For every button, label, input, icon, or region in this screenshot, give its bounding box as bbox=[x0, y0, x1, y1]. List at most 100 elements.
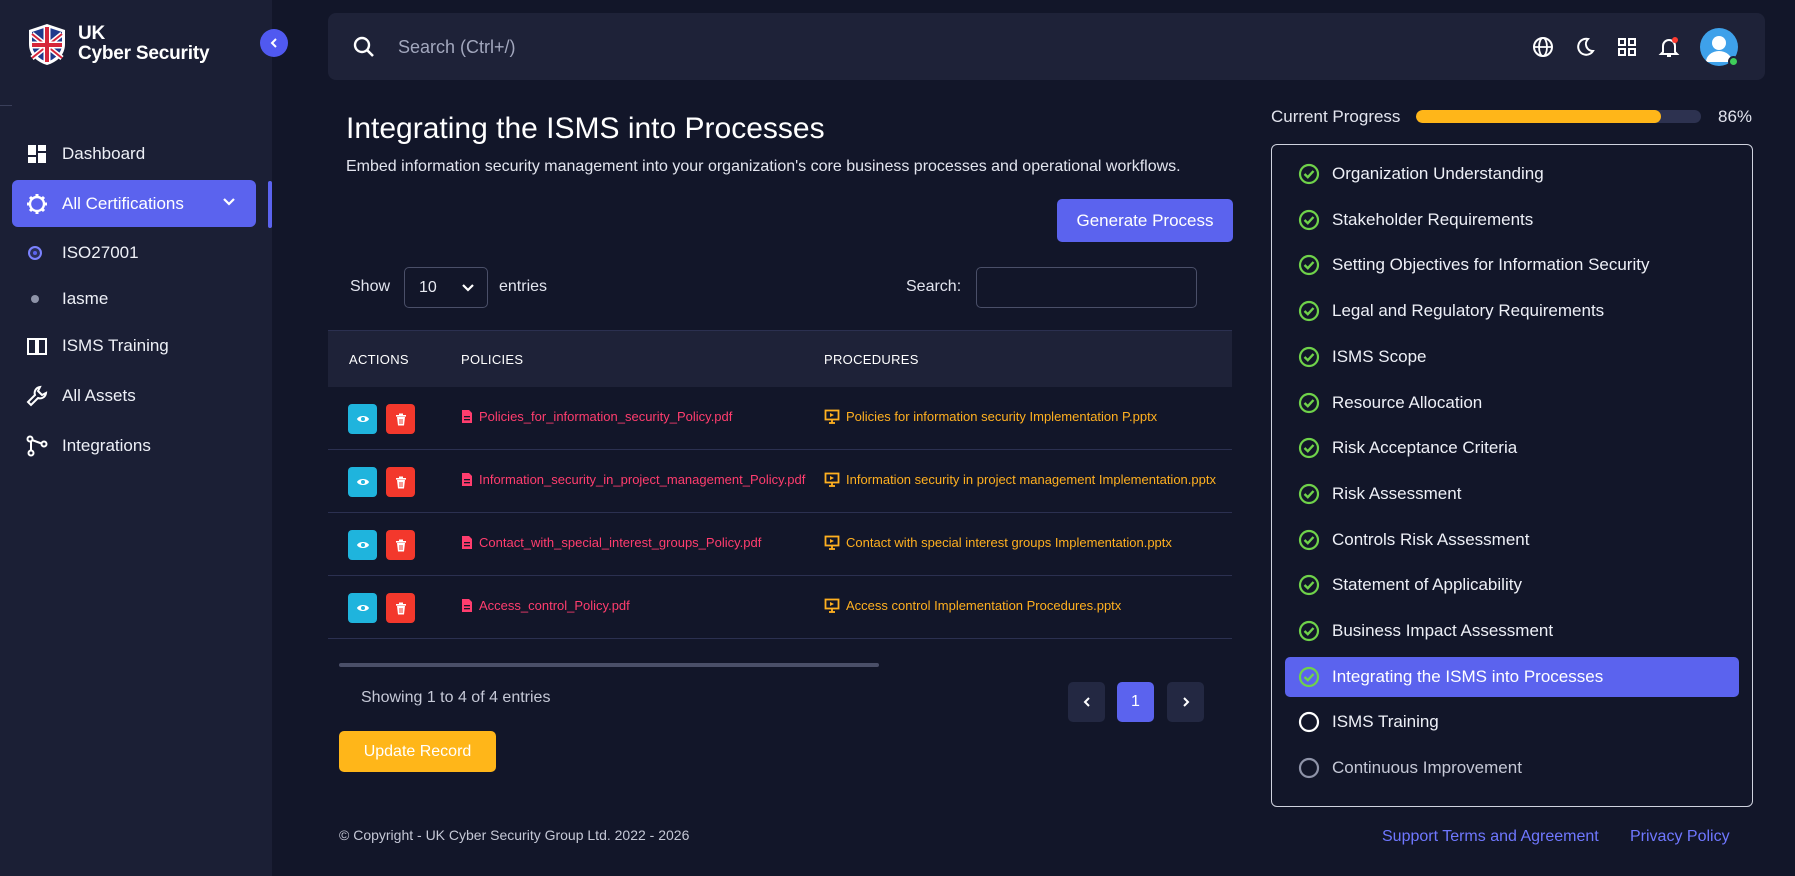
progress-step[interactable]: Resource Allocation bbox=[1285, 383, 1739, 423]
entries-value: 10 bbox=[419, 278, 437, 296]
procedure-file-link[interactable]: Contact with special interest groups Imp… bbox=[824, 535, 1172, 550]
progress-step[interactable]: ISMS Scope bbox=[1285, 337, 1739, 377]
progress-step[interactable]: Integrating the ISMS into Processes bbox=[1285, 656, 1739, 697]
progress-step-label: Risk Acceptance Criteria bbox=[1332, 438, 1518, 458]
sidebar-collapse-button[interactable] bbox=[260, 29, 288, 57]
dot-icon bbox=[28, 292, 42, 306]
column-header-policies[interactable]: POLICIES bbox=[461, 352, 523, 367]
table-row: Access_control_Policy.pdf Access control … bbox=[328, 576, 1232, 639]
eye-icon bbox=[356, 477, 370, 487]
policy-file-name: Access_control_Policy.pdf bbox=[479, 598, 630, 613]
policy-file-name: Contact_with_special_interest_groups_Pol… bbox=[479, 535, 762, 550]
presentation-file-icon bbox=[824, 472, 840, 487]
progress-step[interactable]: Legal and Regulatory Requirements bbox=[1285, 291, 1739, 331]
share-nodes-icon bbox=[26, 435, 48, 457]
trash-icon bbox=[395, 413, 407, 426]
entries-label: entries bbox=[499, 278, 548, 295]
column-header-actions[interactable]: ACTIONS bbox=[349, 352, 409, 367]
sidebar-item-integrations[interactable]: Integrations bbox=[12, 422, 256, 469]
trash-icon bbox=[395, 476, 407, 489]
generate-process-button[interactable]: Generate Process bbox=[1057, 199, 1233, 242]
view-button[interactable] bbox=[348, 467, 377, 497]
progress-step[interactable]: Controls Risk Assessment bbox=[1285, 520, 1739, 560]
pagination-next-button[interactable] bbox=[1167, 682, 1204, 722]
sidebar-subitem-iasme[interactable]: Iasme bbox=[12, 276, 256, 322]
procedure-file-link[interactable]: Information security in project manageme… bbox=[824, 472, 1216, 487]
chevron-down-icon bbox=[222, 194, 236, 214]
horizontal-scrollbar[interactable] bbox=[339, 663, 879, 667]
delete-button[interactable] bbox=[386, 530, 415, 560]
sidebar-item-all-certifications[interactable]: All Certifications bbox=[12, 180, 256, 227]
online-status-badge bbox=[1728, 56, 1739, 67]
gear-icon bbox=[26, 193, 48, 215]
table-row: Information_security_in_project_manageme… bbox=[328, 450, 1232, 513]
progress-step[interactable]: Risk Assessment bbox=[1285, 474, 1739, 514]
check-circle-icon bbox=[1298, 254, 1320, 276]
policy-file-link[interactable]: Policies_for_information_security_Policy… bbox=[461, 409, 732, 424]
progress-step[interactable]: Continuous Improvement bbox=[1285, 748, 1739, 788]
table-search-input[interactable] bbox=[976, 267, 1197, 308]
progress-step[interactable]: Statement of Applicability bbox=[1285, 565, 1739, 605]
delete-button[interactable] bbox=[386, 404, 415, 434]
update-record-button[interactable]: Update Record bbox=[339, 731, 496, 772]
progress-step[interactable]: ISMS Training bbox=[1285, 702, 1739, 742]
progress-step[interactable]: Stakeholder Requirements bbox=[1285, 200, 1739, 240]
sidebar-item-all-assets[interactable]: All Assets bbox=[12, 372, 256, 419]
book-open-icon bbox=[26, 335, 48, 357]
delete-button[interactable] bbox=[386, 467, 415, 497]
view-button[interactable] bbox=[348, 404, 377, 434]
presentation-file-icon bbox=[824, 535, 840, 550]
policy-file-link[interactable]: Contact_with_special_interest_groups_Pol… bbox=[461, 535, 761, 550]
progress-step[interactable]: Business Impact Assessment bbox=[1285, 611, 1739, 651]
search-icon[interactable] bbox=[352, 35, 376, 64]
shield-logo-icon bbox=[29, 24, 65, 65]
sidebar-item-label: Dashboard bbox=[62, 143, 146, 163]
wrench-icon bbox=[26, 385, 48, 407]
view-button[interactable] bbox=[348, 530, 377, 560]
check-circle-icon bbox=[1298, 209, 1320, 231]
sidebar-item-label: All Certifications bbox=[62, 193, 184, 213]
globe-icon[interactable] bbox=[1530, 34, 1556, 60]
global-search-input[interactable] bbox=[398, 31, 998, 63]
brand[interactable]: UK Cyber Security bbox=[26, 22, 210, 66]
pdf-file-icon bbox=[461, 472, 473, 487]
progress-step[interactable]: Organization Understanding bbox=[1285, 154, 1739, 194]
progress-step[interactable]: Risk Acceptance Criteria bbox=[1285, 428, 1739, 468]
progress-step[interactable]: Setting Objectives for Information Secur… bbox=[1285, 245, 1739, 285]
view-button[interactable] bbox=[348, 593, 377, 623]
sidebar-item-label: Iasme bbox=[62, 289, 109, 308]
progress-step-label: Resource Allocation bbox=[1332, 392, 1483, 412]
column-header-procedures[interactable]: PROCEDURES bbox=[824, 352, 919, 367]
procedure-file-link[interactable]: Policies for information security Implem… bbox=[824, 409, 1157, 424]
pagination-page-button[interactable]: 1 bbox=[1117, 682, 1154, 722]
chevron-left-icon bbox=[1083, 697, 1090, 707]
brand-name: UK Cyber Security bbox=[78, 24, 210, 64]
table-body: Policies_for_information_security_Policy… bbox=[328, 387, 1232, 639]
sidebar-item-dashboard[interactable]: Dashboard bbox=[12, 130, 256, 177]
pdf-file-icon bbox=[461, 409, 473, 424]
entries-per-page-select[interactable]: 10 bbox=[404, 267, 488, 308]
support-terms-link[interactable]: Support Terms and Agreement bbox=[1382, 828, 1599, 846]
progress-step-label: ISMS Training bbox=[1332, 712, 1439, 732]
progress-step-label: Legal and Regulatory Requirements bbox=[1332, 301, 1605, 321]
chevron-left-icon bbox=[270, 38, 277, 48]
trash-icon bbox=[395, 539, 407, 552]
procedure-file-name: Access control Implementation Procedures… bbox=[846, 598, 1122, 613]
pagination-prev-button[interactable] bbox=[1068, 682, 1105, 722]
eye-icon bbox=[356, 603, 370, 613]
bell-icon[interactable] bbox=[1656, 34, 1682, 60]
policy-file-link[interactable]: Access_control_Policy.pdf bbox=[461, 598, 630, 613]
active-dot-icon bbox=[28, 246, 42, 260]
apps-grid-icon[interactable] bbox=[1614, 34, 1640, 60]
trash-icon bbox=[395, 602, 407, 615]
policy-file-link[interactable]: Information_security_in_project_manageme… bbox=[461, 472, 805, 487]
moon-icon[interactable] bbox=[1572, 34, 1598, 60]
progress-step-label: ISMS Scope bbox=[1332, 346, 1427, 366]
presentation-file-icon bbox=[824, 598, 840, 613]
delete-button[interactable] bbox=[386, 593, 415, 623]
privacy-policy-link[interactable]: Privacy Policy bbox=[1630, 828, 1730, 846]
sidebar-item-isms-training[interactable]: ISMS Training bbox=[12, 322, 256, 369]
procedure-file-link[interactable]: Access control Implementation Procedures… bbox=[824, 598, 1121, 613]
table-header: ACTIONS POLICIES PROCEDURES bbox=[328, 330, 1232, 387]
sidebar-subitem-iso27001[interactable]: ISO27001 bbox=[12, 230, 256, 276]
